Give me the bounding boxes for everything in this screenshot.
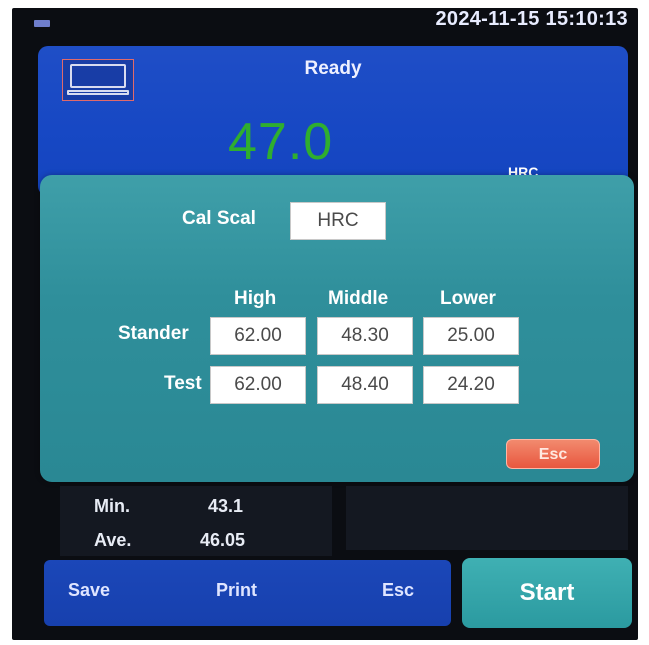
device-screen: 2024-11-15 15:10:13 Ready 47.0 HRC Cal S… — [12, 8, 638, 640]
min-label: Min. — [94, 496, 130, 516]
test-middle-field[interactable]: 48.40 — [317, 366, 413, 404]
esc-button[interactable]: Esc — [382, 580, 414, 601]
row-label-test: Test — [164, 373, 202, 394]
ave-value: 46.05 — [200, 530, 246, 550]
cal-scale-field[interactable]: HRC — [290, 202, 386, 240]
column-header-high: High — [234, 288, 277, 309]
print-button[interactable]: Print — [216, 580, 257, 601]
stander-high-field[interactable]: 62.00 — [210, 317, 306, 355]
min-value: 43.1 — [208, 496, 244, 516]
stander-lower-field[interactable]: 25.00 — [423, 317, 519, 355]
test-lower-field[interactable]: 24.20 — [423, 366, 519, 404]
test-high-field[interactable]: 62.00 — [210, 366, 306, 404]
dialog-esc-button[interactable]: Esc — [506, 439, 600, 469]
cal-scale-label: Cal Scal — [182, 208, 256, 229]
calibration-dialog: Cal Scal HRC High Middle Lower Stander 6… — [40, 175, 634, 482]
row-label-stander: Stander — [118, 323, 189, 344]
measurement-panel: Ready 47.0 HRC — [38, 46, 628, 196]
stander-middle-field[interactable]: 48.30 — [317, 317, 413, 355]
menu-icon[interactable] — [34, 20, 50, 27]
ave-label: Ave. — [94, 530, 132, 550]
stats-panel-right — [346, 486, 628, 550]
save-button[interactable]: Save — [68, 580, 110, 601]
status-text: Ready — [304, 58, 362, 79]
stats-panel: Min. 43.1 Ave. 46.05 — [60, 486, 332, 556]
clock: 2024-11-15 15:10:13 — [435, 8, 628, 30]
start-button[interactable]: Start — [462, 558, 632, 628]
column-header-lower: Lower — [440, 288, 496, 309]
bottom-toolbar: Save Print Esc — [44, 560, 451, 626]
hardness-reading: 47.0 — [228, 113, 334, 171]
column-header-middle: Middle — [328, 288, 389, 309]
